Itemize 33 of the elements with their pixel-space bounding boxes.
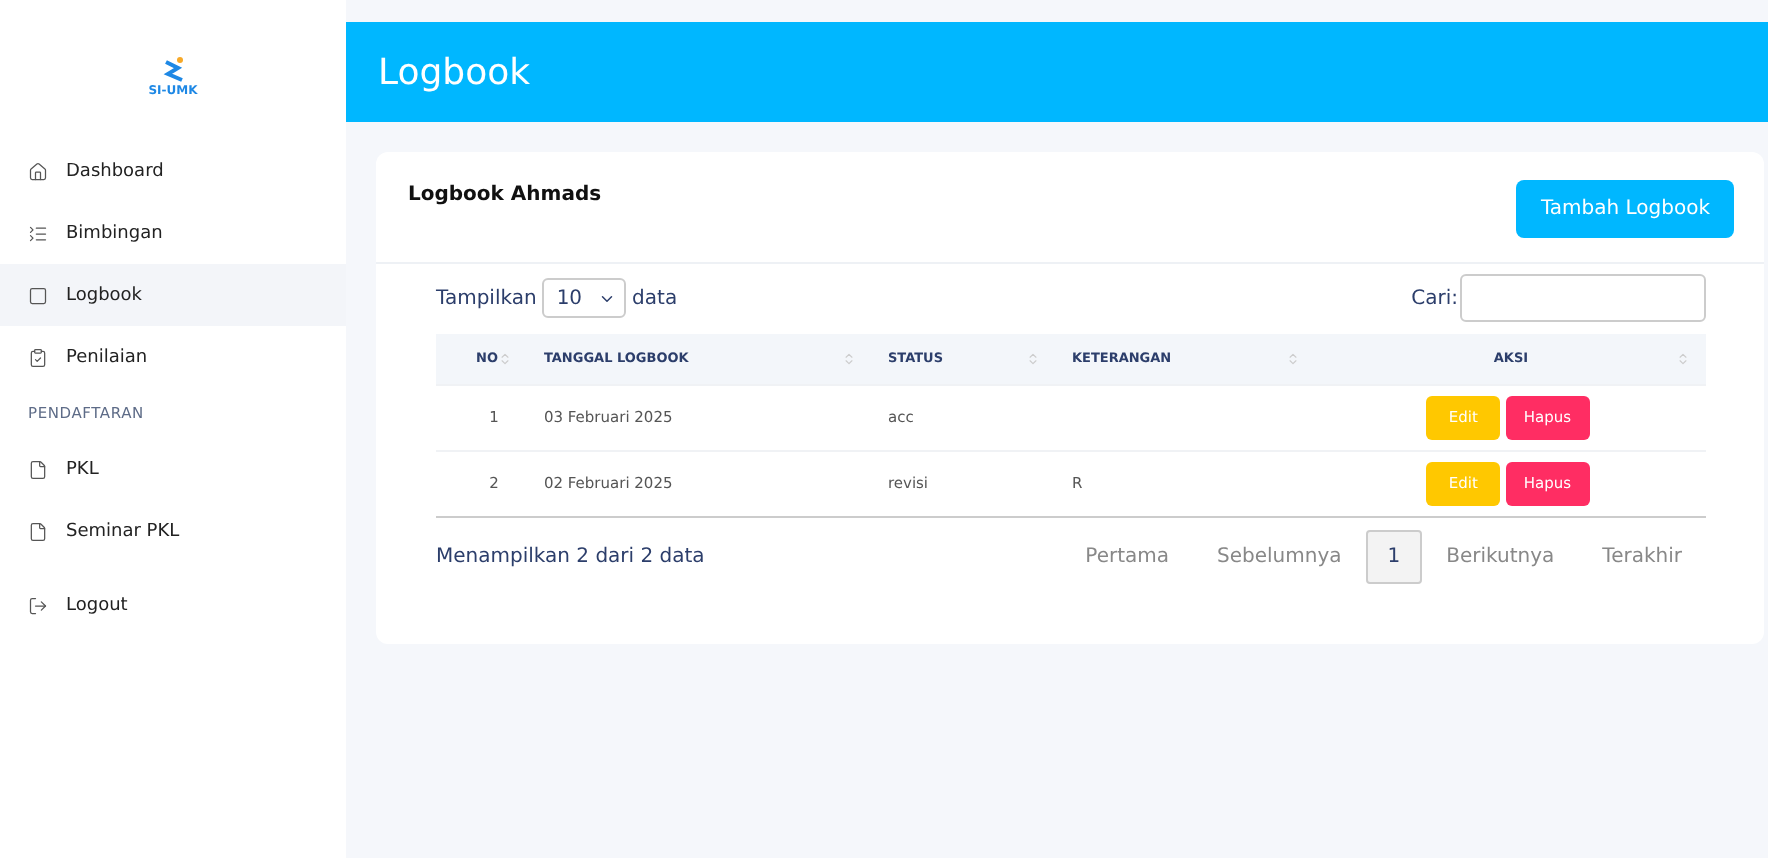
- sidebar-item[interactable]: Logout: [0, 574, 346, 636]
- length-label: Tampilkan: [436, 287, 537, 309]
- menu-icon: [28, 347, 48, 367]
- pagination-link[interactable]: Pertama: [1061, 529, 1194, 583]
- sidebar-item[interactable]: Bimbingan: [0, 202, 346, 264]
- pagination-link[interactable]: 1: [1365, 529, 1423, 583]
- page-title: Logbook: [378, 51, 531, 93]
- menu-icon: [28, 161, 48, 181]
- page-length-select[interactable]: 10: [542, 278, 627, 318]
- pagination-link[interactable]: Terakhir: [1578, 529, 1706, 583]
- sort-icon: [841, 351, 856, 366]
- menu-icon: [28, 223, 48, 243]
- sidebar-item[interactable]: Seminar PKL: [0, 500, 346, 562]
- sort-icon: [1285, 351, 1300, 366]
- sort-icon: [1676, 351, 1690, 366]
- sidebar-item[interactable]: PKL: [0, 438, 346, 500]
- length-label: data: [632, 287, 678, 309]
- sidebar-item[interactable]: Dashboard: [0, 140, 346, 202]
- logo-icon: [159, 55, 187, 83]
- sort-icon: [497, 351, 512, 366]
- card-title: Logbook Ahmads: [408, 184, 602, 210]
- sort-icon: [1025, 351, 1040, 366]
- sidebar-item[interactable]: Penilaian: [0, 326, 346, 388]
- search-label: Cari:: [1411, 287, 1458, 309]
- pagination-link[interactable]: Sebelumnya: [1193, 529, 1366, 583]
- menu-icon: [28, 521, 48, 541]
- search-field[interactable]: [1460, 274, 1706, 322]
- sidebar-item[interactable]: Logbook: [0, 264, 346, 326]
- menu-icon: [28, 285, 48, 305]
- menu-icon: [28, 595, 48, 615]
- pagination-link[interactable]: Berikutnya: [1422, 529, 1579, 583]
- menu-icon: [28, 459, 48, 479]
- table-info: Menampilkan 2 dari 2 data: [436, 545, 705, 567]
